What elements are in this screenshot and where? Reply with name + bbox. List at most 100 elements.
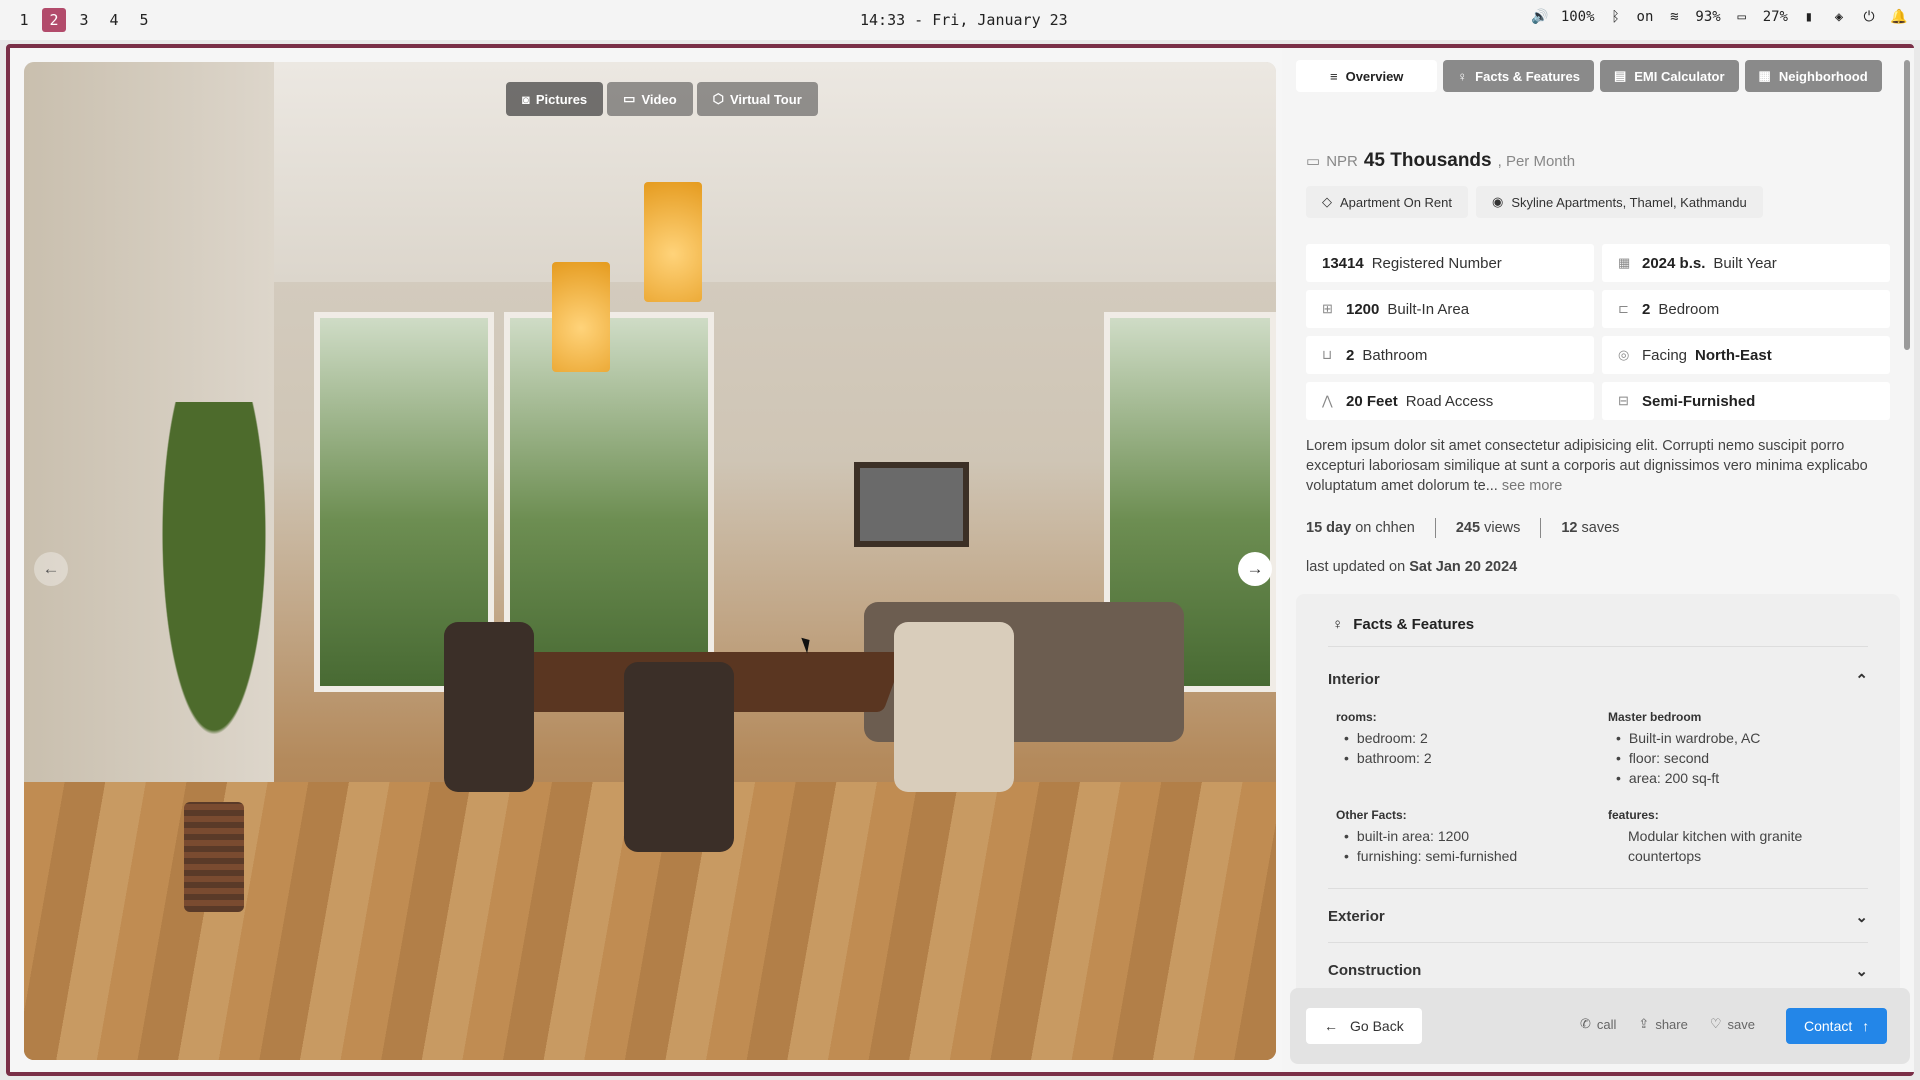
detail-label: Facing <box>1642 346 1688 364</box>
save-button[interactable]: ♡ save <box>1710 1016 1755 1032</box>
workspace-4[interactable]: 4 <box>102 8 126 32</box>
detail-built-in-area: ⊞ 1200 Built-In Area <box>1306 290 1594 328</box>
media-tab-label: Video <box>641 91 677 107</box>
building-icon: ▦ <box>1758 68 1771 83</box>
days-suffix: on chhen <box>1355 520 1415 536</box>
building-icon: ▦ <box>1618 255 1631 270</box>
detail-value: 13414 <box>1322 254 1364 272</box>
tab-emi-calculator[interactable]: ▤ EMI Calculator <box>1599 60 1739 92</box>
previous-image-button[interactable]: ← <box>34 552 68 586</box>
battery-icon[interactable]: ▭ <box>1733 8 1751 26</box>
list-icon: ≡ <box>1330 68 1338 84</box>
tab-facts-features[interactable]: ♀ Facts & Features <box>1443 60 1594 92</box>
cube-icon: ⬡ <box>712 91 724 106</box>
media-tab-label: Pictures <box>535 91 588 107</box>
media-tab-virtual-tour[interactable]: ⬡ Virtual Tour <box>696 82 818 116</box>
scrollbar[interactable] <box>1904 60 1910 350</box>
layers-icon[interactable]: ◈ <box>1830 8 1848 26</box>
media-tab-video[interactable]: ▭ Video <box>607 82 693 116</box>
price-period: , Per Month <box>1497 153 1576 170</box>
listing-tags: ◇ Apartment On Rent ◉ Skyline Apartments… <box>1306 186 1763 218</box>
detail-value: 2 <box>1642 300 1651 318</box>
compass-icon: ◎ <box>1618 347 1630 362</box>
wifi-level: 93% <box>1695 9 1721 25</box>
power-icon[interactable]: ⏻ <box>1860 8 1878 26</box>
detail-facing: ◎ Facing North-East <box>1602 336 1890 374</box>
detail-value: 2024 b.s. <box>1642 254 1706 272</box>
chevron-down-icon: ⌄ <box>1855 963 1868 980</box>
facts-title-text: Facts & Features <box>1353 616 1475 633</box>
list-item: built-in area: 1200 <box>1344 826 1517 846</box>
tab-label: Neighborhood <box>1778 68 1868 84</box>
chart-icon[interactable]: ▮ <box>1800 8 1818 26</box>
facts-master-bedroom: Master bedroom Built-in wardrobe, AC flo… <box>1608 710 1760 788</box>
media-tabs: ◙ Pictures ▭ Video ⬡ Virtual Tour <box>506 82 818 116</box>
detail-label: Road Access <box>1405 392 1494 410</box>
room-photo-pot <box>184 802 244 912</box>
room-photo-painting <box>854 462 969 547</box>
bluetooth-status: on <box>1636 9 1654 25</box>
bulb-icon: ♀ <box>1332 616 1344 633</box>
saves-suffix: saves <box>1581 520 1620 536</box>
property-image-viewer[interactable]: ◙ Pictures ▭ Video ⬡ Virtual Tour ← → <box>24 62 1276 1060</box>
accordion-construction-header[interactable]: Construction ⌄ <box>1328 962 1868 980</box>
contact-button[interactable]: Contact ↑ <box>1786 1008 1888 1044</box>
see-more-link[interactable]: see more <box>1502 478 1562 494</box>
price-amount: 45 Thousands <box>1363 150 1492 171</box>
workspace-3[interactable]: 3 <box>72 8 96 32</box>
go-back-label: Go Back <box>1350 1018 1404 1034</box>
accordion-interior-header[interactable]: Interior ⌃ <box>1328 671 1868 689</box>
room-photo-chair <box>444 622 534 792</box>
volume-icon[interactable]: 🔊 <box>1531 8 1549 26</box>
room-photo-lamp <box>552 262 610 372</box>
bulb-icon: ♀ <box>1457 68 1468 84</box>
detail-furnishing: ⊟ Semi-Furnished <box>1602 382 1890 420</box>
chevron-down-icon: ⌄ <box>1855 909 1868 926</box>
tab-overview[interactable]: ≡ Overview <box>1296 60 1438 92</box>
chip-label: Skyline Apartments, Thamel, Kathmandu <box>1511 194 1747 210</box>
tab-neighborhood[interactable]: ▦ Neighborhood <box>1744 60 1882 92</box>
facts-title: ♀ Facts & Features <box>1332 616 1474 633</box>
bath-icon: ⊔ <box>1322 347 1333 362</box>
video-icon: ▭ <box>623 91 636 106</box>
location-chip[interactable]: ◉ Skyline Apartments, Thamel, Kathmandu <box>1476 186 1763 218</box>
share-icon: ⇪ <box>1638 1016 1650 1031</box>
contact-label: Contact <box>1804 1018 1853 1034</box>
go-back-button[interactable]: ← Go Back <box>1306 1008 1422 1044</box>
detail-label: Bedroom <box>1658 300 1720 318</box>
media-tab-pictures[interactable]: ◙ Pictures <box>506 82 604 116</box>
chip-label: Apartment On Rent <box>1340 194 1452 210</box>
detail-tabs: ≡ Overview ♀ Facts & Features ▤ EMI Calc… <box>1296 60 1882 92</box>
list-item: area: 200 sq-ft <box>1616 768 1760 788</box>
list-item: bathroom: 2 <box>1344 748 1432 768</box>
bluetooth-icon[interactable]: ᛒ <box>1607 8 1625 26</box>
money-icon: ▭ <box>1306 153 1321 170</box>
share-button[interactable]: ⇪ share <box>1638 1016 1687 1032</box>
updated-date: Sat Jan 20 2024 <box>1409 559 1518 575</box>
list-item: furnishing: semi-furnished <box>1344 846 1517 866</box>
workspace-5[interactable]: 5 <box>132 8 156 32</box>
facts-group-title: Master bedroom <box>1608 710 1702 724</box>
chevron-up-icon: ⌃ <box>1855 672 1868 689</box>
detail-label: Built Year <box>1713 254 1777 272</box>
action-bar: ← Go Back ✆ call ⇪ share ♡ save Contact <box>1290 988 1910 1064</box>
call-label: call <box>1596 1016 1617 1032</box>
next-image-button[interactable]: → <box>1238 552 1272 586</box>
bell-icon[interactable]: 🔔 <box>1890 8 1908 26</box>
facts-rooms: rooms: bedroom: 2 bathroom: 2 <box>1336 710 1432 768</box>
arrow-right-icon: → <box>1246 559 1264 578</box>
wifi-icon[interactable]: ≋ <box>1665 8 1683 26</box>
workspace-1[interactable]: 1 <box>12 8 36 32</box>
detail-value: North-East <box>1695 346 1772 364</box>
workspace-2[interactable]: 2 <box>42 8 66 32</box>
days-listed: 15 day <box>1306 520 1352 536</box>
arrow-left-icon: ← <box>1324 1018 1338 1034</box>
room-photo-lamp <box>644 182 702 302</box>
detail-bedroom: ⊏ 2 Bedroom <box>1602 290 1890 328</box>
list-item: floor: second <box>1616 748 1760 768</box>
divider <box>1434 518 1436 538</box>
accordion-exterior-header[interactable]: Exterior ⌄ <box>1328 908 1868 926</box>
share-label: share <box>1655 1016 1688 1032</box>
tab-label: Overview <box>1345 68 1404 84</box>
call-button[interactable]: ✆ call <box>1580 1016 1616 1032</box>
